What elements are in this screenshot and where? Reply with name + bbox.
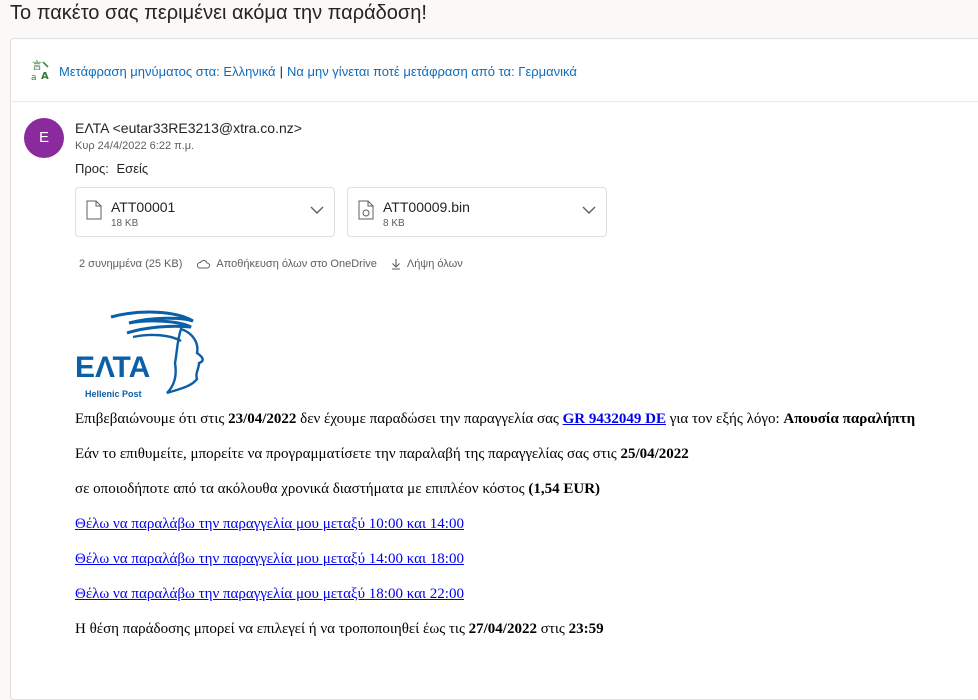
- body-paragraph: Η θέση παράδοσης μπορεί να επιλεγεί ή να…: [75, 621, 604, 637]
- body-paragraph: Θέλω να παραλάβω την παραγγελία μου μετα…: [75, 549, 978, 584]
- delivery-slot-link-2[interactable]: Θέλω να παραλάβω την παραγγελία μου μετα…: [75, 551, 464, 567]
- translate-message-link[interactable]: Μετάφραση μηνύματος στα: Ελληνικά: [59, 64, 276, 79]
- body-paragraph: σε οποιοδήποτε από τα ακόλουθα χρονικά δ…: [75, 481, 601, 497]
- attachment-card[interactable]: ATT00009.bin 8 KB: [347, 187, 607, 237]
- translate-separator: |: [279, 64, 283, 79]
- body-paragraph: Θέλω να παραλάβω την παραγγελία μου μετα…: [75, 514, 978, 549]
- order-number-link[interactable]: GR 9432049 DE: [563, 411, 666, 427]
- attachment-actions: 2 συνημμένα (25 KB) Αποθήκευση όλων στο …: [79, 258, 477, 270]
- body-paragraph: Επιβεβαιώνουμε ότι στις 23/04/2022 δεν έ…: [75, 411, 916, 427]
- attachment-name: ATT00001: [111, 199, 176, 215]
- body-paragraph: Εάν το επιθυμείτε, μπορείτε να προγραμμα…: [75, 446, 689, 462]
- save-to-onedrive-button[interactable]: Αποθήκευση όλων στο OneDrive: [196, 258, 377, 270]
- message-date: Κυρ 24/4/2022 6:22 π.μ.: [75, 140, 195, 152]
- delivery-slot-link-1[interactable]: Θέλω να παραλάβω την παραγγελία μου μετα…: [75, 516, 464, 532]
- svg-text:A: A: [41, 71, 49, 81]
- recipient-line: Προς: Εσείς: [75, 161, 148, 176]
- email-subject: Το πακέτο σας περιμένει ακόμα την παράδο…: [10, 2, 427, 24]
- attachment-size: 8 KB: [383, 218, 405, 229]
- attachment-card[interactable]: ATT00001 18 KB: [75, 187, 335, 237]
- download-icon: [391, 259, 400, 270]
- to-recipient[interactable]: Εσείς: [117, 161, 149, 176]
- elta-logo: ΕΛΤΑ Hellenic Post: [75, 310, 204, 399]
- cloud-icon: [197, 260, 211, 269]
- attachment-size: 18 KB: [111, 218, 139, 229]
- save-to-onedrive-label: Αποθήκευση όλων στο OneDrive: [216, 258, 377, 270]
- svg-text:a: a: [31, 73, 37, 81]
- never-translate-link[interactable]: Να μην γίνεται ποτέ μετάφραση από τα: Γε…: [287, 64, 577, 79]
- download-all-button[interactable]: Λήψη όλων: [391, 258, 463, 270]
- attachment-name: ATT00009.bin: [383, 199, 470, 215]
- file-bin-icon: [358, 200, 374, 220]
- email-body: Επιβεβαιώνουμε ότι στις 23/04/2022 δεν έ…: [75, 409, 978, 654]
- to-label: Προς:: [75, 161, 109, 176]
- sender-name[interactable]: ΕΛΤΑ <eutar33RE3213@xtra.co.nz>: [75, 120, 302, 136]
- svg-text:ΕΛΤΑ: ΕΛΤΑ: [75, 351, 150, 384]
- chevron-down-icon[interactable]: [310, 205, 324, 215]
- file-icon: [86, 200, 102, 220]
- reading-pane: 言 A a Μετάφραση μηνύματος στα: Ελληνικά |…: [10, 38, 978, 700]
- body-paragraph: Θέλω να παραλάβω την παραγγελία μου μετα…: [75, 584, 978, 619]
- translation-bar: 言 A a Μετάφραση μηνύματος στα: Ελληνικά |…: [11, 39, 978, 102]
- translate-icon: 言 A a: [31, 59, 51, 81]
- svg-text:Hellenic Post: Hellenic Post: [85, 389, 142, 399]
- attachment-count: 2 συνημμένα (25 KB): [79, 258, 183, 270]
- chevron-down-icon[interactable]: [582, 205, 596, 215]
- download-all-label: Λήψη όλων: [406, 258, 463, 270]
- delivery-slot-link-3[interactable]: Θέλω να παραλάβω την παραγγελία μου μετα…: [75, 586, 464, 602]
- sender-avatar[interactable]: E: [24, 118, 64, 158]
